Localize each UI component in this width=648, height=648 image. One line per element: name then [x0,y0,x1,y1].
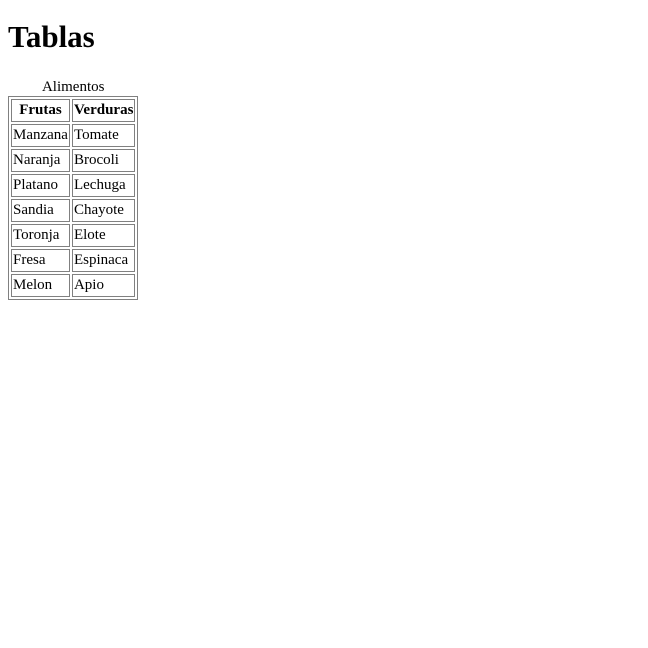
fruit-cell: Platano [11,173,70,197]
fruit-cell: Melon [11,273,70,297]
fruit-cell: Manzana [11,123,70,147]
vegetable-cell: Elote [71,223,136,247]
column-header-frutas: Frutas [11,98,70,122]
table-row: Melon Apio [11,273,136,297]
fruit-cell: Naranja [11,148,70,172]
page-heading: Tablas [8,19,95,54]
table-row: Sandia Chayote [11,198,136,222]
vegetable-cell: Brocoli [71,148,136,172]
fruit-cell: Toronja [11,223,70,247]
vegetable-cell: Espinaca [71,248,136,272]
table-row: Platano Lechuga [11,173,136,197]
fruit-cell: Sandia [11,198,70,222]
table-row: Toronja Elote [11,223,136,247]
table-header-row: Frutas Verduras [11,98,136,122]
table-caption: Alimentos [41,78,105,95]
table-row: Naranja Brocoli [11,148,136,172]
vegetable-cell: Tomate [71,123,136,147]
vegetable-cell: Apio [71,273,136,297]
table-row: Fresa Espinaca [11,248,136,272]
page: Tablas Alimentos Frutas Verduras Manzana… [0,0,648,648]
fruit-cell: Fresa [11,248,70,272]
vegetable-cell: Lechuga [71,173,136,197]
table-row: Manzana Tomate [11,123,136,147]
column-header-verduras: Verduras [71,98,136,122]
foods-table: Alimentos Frutas Verduras Manzana Tomate… [8,77,139,300]
vegetable-cell: Chayote [71,198,136,222]
